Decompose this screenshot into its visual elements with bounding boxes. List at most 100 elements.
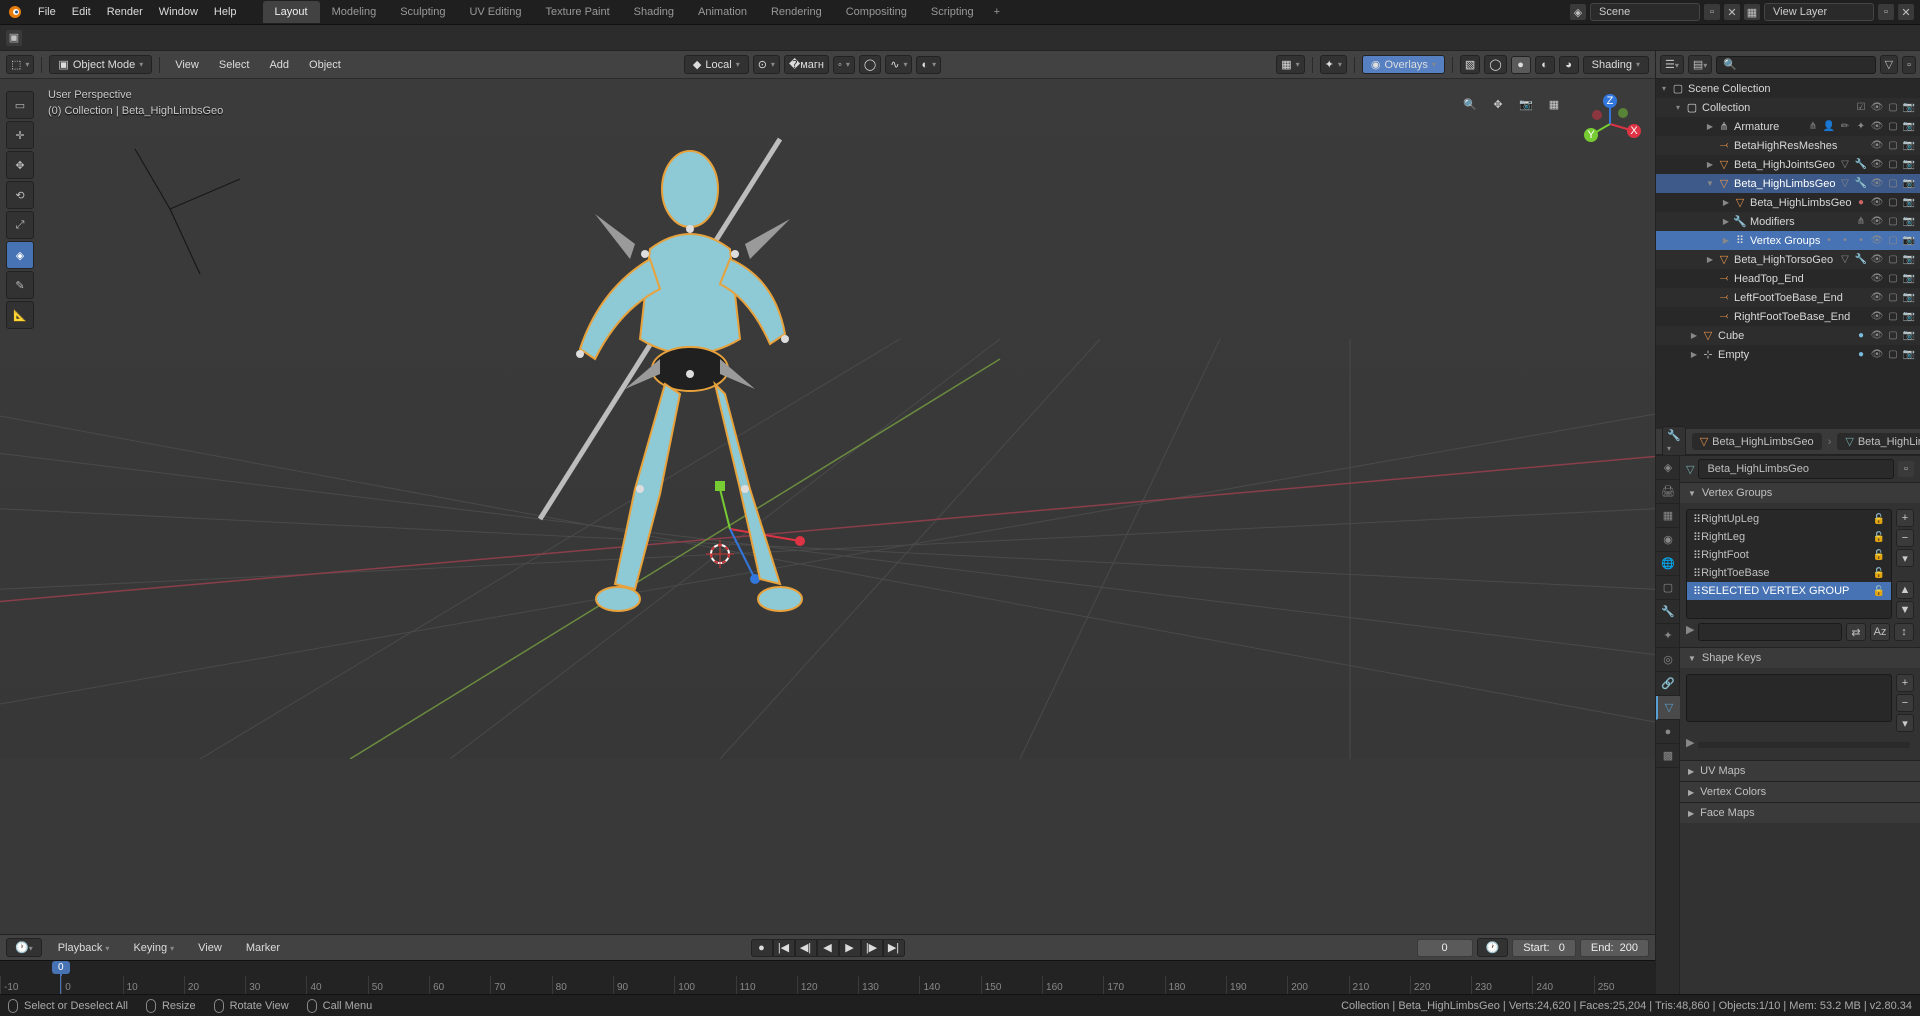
viewport-icon[interactable]: ▢ [1886,102,1900,113]
snap-dropdown[interactable]: ◦▾ [833,56,855,74]
overlays-toggle[interactable]: ◉ Overlays ▾ [1362,55,1445,74]
autokey-toggle[interactable]: ● [751,939,773,957]
menu-window[interactable]: Window [151,2,206,22]
outliner-row[interactable]: ⤙HeadTop_End👁▢📷 [1656,269,1920,288]
timeline-menu-keying[interactable]: Keying ▾ [125,940,182,956]
pivot-point-dropdown[interactable]: ⊙▾ [753,55,780,74]
scene-delete-button[interactable]: ✕ [1724,4,1740,20]
sk-add-button[interactable]: + [1896,674,1914,692]
eye-icon[interactable]: 👁 [1870,330,1884,341]
vg-move-down-button[interactable]: ▼ [1896,601,1914,619]
jump-end-button[interactable]: ▶| [883,939,905,957]
render-icon[interactable]: 📷 [1902,235,1916,246]
viewport-icon[interactable]: ▢ [1886,311,1900,322]
viewlayer-name-field[interactable]: View Layer [1764,3,1874,21]
outliner-display-mode[interactable]: ▤▾ [1688,55,1712,74]
eye-icon[interactable]: 👁 [1870,216,1884,227]
perspective-toggle-icon[interactable]: ▦ [1543,93,1565,115]
properties-editor-dropdown[interactable]: 🔧▾ [1662,426,1686,457]
viewport-icon[interactable]: ▢ [1886,197,1900,208]
keyframe-next-button[interactable]: |▶ [861,939,883,957]
render-icon[interactable]: 📷 [1902,273,1916,284]
workspace-tab-scripting[interactable]: Scripting [919,1,986,23]
timeline-track[interactable]: -100102030405060708090100110120130140150… [0,960,1655,994]
keyframe-prev-button[interactable]: ◀| [795,939,817,957]
tool-scale[interactable]: ⤢ [6,211,34,239]
workspace-tab-compositing[interactable]: Compositing [834,1,919,23]
viewport-icon[interactable]: ▢ [1886,292,1900,303]
eye-icon[interactable]: 👁 [1870,235,1884,246]
play-button[interactable]: ▶ [839,939,861,957]
end-frame-field[interactable]: End: 200 [1580,939,1649,957]
frame-lock-icon[interactable]: 🕐 [1477,938,1509,957]
workspace-tab-modeling[interactable]: Modeling [320,1,389,23]
tab-output[interactable]: 🖨 [1656,480,1680,504]
lock-icon[interactable]: 🔓 [1873,514,1885,525]
tab-mesh-data[interactable]: ▽ [1656,696,1680,720]
vertex-group-row[interactable]: ⠿RightLeg🔓 [1687,528,1891,546]
panel-header-vertex-groups[interactable]: ▼Vertex Groups [1680,483,1920,503]
outliner-row[interactable]: ▶▽Beta_HighJointsGeo▽🔧👁▢📷 [1656,155,1920,174]
menu-render[interactable]: Render [99,2,151,22]
outliner-row[interactable]: ▶▽Beta_HighLimbsGeo●👁▢📷 [1656,193,1920,212]
eye-icon[interactable]: 👁 [1870,178,1884,189]
vertex-group-row[interactable]: ⠿SELECTED VERTEX GROUP🔓 [1687,582,1891,600]
vertex-group-list[interactable]: ⠿RightUpLeg🔓⠿RightLeg🔓⠿RightFoot🔓⠿RightT… [1686,509,1892,619]
viewport-3d[interactable]: User Perspective (0) Collection | Beta_H… [0,79,1655,934]
viewport-icon[interactable]: ▢ [1886,140,1900,151]
viewport-icon[interactable]: ▢ [1886,235,1900,246]
shape-key-list[interactable] [1686,674,1892,722]
workspace-tab-shading[interactable]: Shading [622,1,686,23]
tool-annotate[interactable]: ✎ [6,271,34,299]
render-icon[interactable]: 📷 [1902,349,1916,360]
viewlayer-icon[interactable]: ▦ [1744,4,1760,20]
vertex-group-row[interactable]: ⠿RightFoot🔓 [1687,546,1891,564]
render-icon[interactable]: 📷 [1902,178,1916,189]
outliner-row[interactable]: ⤙RightFootToeBase_End👁▢📷 [1656,307,1920,326]
snap-toggle[interactable]: �магн [784,55,829,74]
tool-settings-icon[interactable]: ▣ [6,30,22,46]
start-frame-field[interactable]: Start: 0 [1512,939,1576,957]
vertex-group-row[interactable]: ⠿RightToeBase🔓 [1687,564,1891,582]
render-icon[interactable]: 📷 [1902,140,1916,151]
outliner-row[interactable]: ▶🔧Modifiers⋔👁▢📷 [1656,212,1920,231]
shading-wireframe[interactable]: ◯ [1484,55,1506,74]
menu-edit[interactable]: Edit [64,2,99,22]
workspace-tab-layout[interactable]: Layout [263,1,320,23]
lock-icon[interactable]: 🔓 [1873,532,1885,543]
scene-name-field[interactable]: Scene [1590,3,1700,21]
mesh-name-field[interactable]: Beta_HighLimbsGeo [1698,459,1894,479]
sk-remove-button[interactable]: − [1896,694,1914,712]
lock-icon[interactable]: 🔓 [1873,568,1885,579]
outliner-row[interactable]: ▼▽Beta_HighLimbsGeo▽🔧👁▢📷 [1656,174,1920,193]
render-icon[interactable]: 📷 [1902,330,1916,341]
vg-add-button[interactable]: + [1896,509,1914,527]
outliner-filter-button[interactable]: ▽ [1880,55,1898,74]
vg-remove-button[interactable]: − [1896,529,1914,547]
sk-specials-dropdown[interactable]: ▾ [1896,714,1914,732]
tab-object[interactable]: ▢ [1656,576,1680,600]
viewport-icon[interactable]: ▢ [1886,159,1900,170]
eye-icon[interactable]: 👁 [1870,311,1884,322]
workspace-tab-uv-editing[interactable]: UV Editing [457,1,533,23]
panel-header-uv-maps[interactable]: ▶UV Maps [1680,761,1920,781]
outliner-row[interactable]: ⤙LeftFootToeBase_End👁▢📷 [1656,288,1920,307]
viewport-icon[interactable]: ▢ [1886,178,1900,189]
menu-help[interactable]: Help [206,2,245,22]
vg-sort-reverse-icon[interactable]: ↕ [1894,623,1914,641]
eye-icon[interactable]: 👁 [1870,273,1884,284]
eye-icon[interactable]: 👁 [1870,292,1884,303]
workspace-tab-rendering[interactable]: Rendering [759,1,834,23]
tab-particles[interactable]: ✦ [1656,624,1680,648]
breadcrumb-mesh[interactable]: ▽Beta_HighLimbsGeo [1837,433,1920,450]
viewport-icon[interactable]: ▢ [1886,349,1900,360]
vertex-group-row[interactable]: ⠿RightUpLeg🔓 [1687,510,1891,528]
viewport-menu-object[interactable]: Object [301,57,349,73]
workspace-tab-texture-paint[interactable]: Texture Paint [533,1,621,23]
eye-icon[interactable]: 👁 [1870,254,1884,265]
outliner-row[interactable]: ▶▽Beta_HighTorsoGeo▽🔧👁▢📷 [1656,250,1920,269]
workspace-tab-animation[interactable]: Animation [686,1,759,23]
outliner-row[interactable]: ▶▽Cube●👁▢📷 [1656,326,1920,345]
shading-dropdown[interactable]: Shading ▾ [1583,56,1649,74]
camera-view-icon[interactable]: 📷 [1515,93,1537,115]
